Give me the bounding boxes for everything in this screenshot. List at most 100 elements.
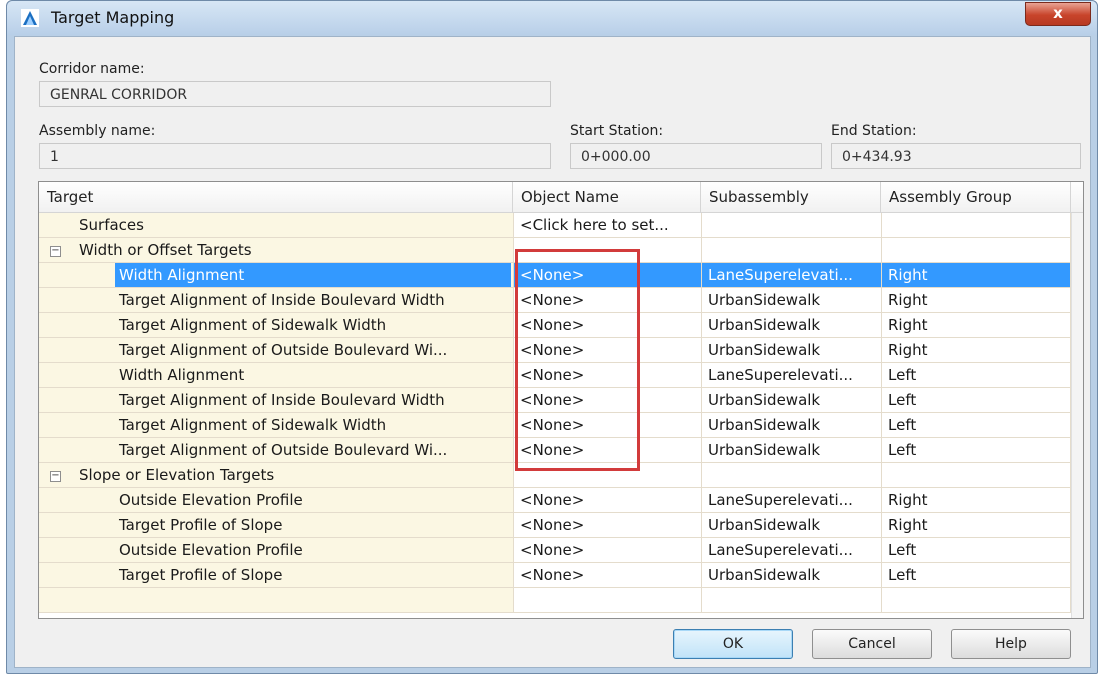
table-row-selected[interactable]: Width Alignment <None> LaneSuperelevati.… [39,263,1071,288]
row-assembly-group: Right [881,513,1071,538]
row-object-name[interactable]: <None> [513,313,701,338]
table-row[interactable]: Target Alignment of Sidewalk Width <None… [39,313,1071,338]
table-row[interactable]: Outside Elevation Profile <None> LaneSup… [39,488,1071,513]
row-assembly-group: Left [881,438,1071,463]
row-assembly-group: Left [881,563,1071,588]
end-station-label: End Station: [831,123,917,139]
row-subassembly [701,238,881,263]
row-subassembly: UrbanSidewalk [701,288,881,313]
row-object-name[interactable]: <None> [513,388,701,413]
row-assembly-group [881,588,1071,613]
row-subassembly [701,213,881,238]
row-subassembly: UrbanSidewalk [701,313,881,338]
row-target: Target Alignment of Sidewalk Width [39,313,513,338]
row-object-name[interactable]: <Click here to set... [513,213,701,238]
row-subassembly: LaneSuperelevati... [701,363,881,388]
grid-scrollbar[interactable] [1071,213,1083,618]
table-row[interactable]: Target Alignment of Inside Boulevard Wid… [39,288,1071,313]
row-target: Outside Elevation Profile [39,488,513,513]
row-assembly-group: Right [881,263,1071,288]
assembly-name-field: 1 [39,143,551,169]
row-object-name[interactable]: <None> [513,263,701,288]
row-assembly-group [881,213,1071,238]
row-object-name[interactable]: <None> [513,413,701,438]
row-object-name[interactable]: <None> [513,538,701,563]
ok-button[interactable]: OK [673,629,793,659]
row-target: Target Alignment of Outside Boulevard Wi… [39,438,513,463]
row-object-name[interactable]: <None> [513,488,701,513]
row-assembly-group: Right [881,288,1071,313]
row-target: Target Profile of Slope [39,513,513,538]
row-target: Target Alignment of Sidewalk Width [39,413,513,438]
row-object-name [513,238,701,263]
title-bar[interactable]: Target Mapping x [7,1,1097,35]
row-subassembly: UrbanSidewalk [701,438,881,463]
row-target: Surfaces [39,213,513,238]
table-row-empty [39,588,1071,613]
grid-header: Target Object Name Subassembly Assembly … [39,182,1083,213]
row-target: Target Alignment of Inside Boulevard Wid… [39,288,513,313]
row-target: Width Alignment [39,263,513,288]
row-subassembly [701,588,881,613]
row-assembly-group: Left [881,413,1071,438]
grid-rows: Surfaces <Click here to set... − Width o… [39,213,1083,618]
window-title: Target Mapping [51,8,175,27]
corridor-name-label: Corridor name: [39,61,145,77]
assembly-name-label: Assembly name: [39,123,156,139]
row-target-label: Width Alignment [115,263,511,287]
table-row[interactable]: Target Alignment of Sidewalk Width <None… [39,413,1071,438]
row-object-name[interactable]: <None> [513,363,701,388]
table-row[interactable]: Target Alignment of Outside Boulevard Wi… [39,338,1071,363]
target-mapping-grid[interactable]: Target Object Name Subassembly Assembly … [38,181,1084,619]
column-header-subassembly[interactable]: Subassembly [701,182,881,212]
help-button[interactable]: Help [951,629,1071,659]
end-station-field: 0+434.93 [831,143,1081,169]
table-row[interactable]: Target Profile of Slope <None> UrbanSide… [39,513,1071,538]
civil3d-app-icon [21,9,39,27]
row-subassembly: UrbanSidewalk [701,513,881,538]
column-header-object-name[interactable]: Object Name [513,182,701,212]
table-row[interactable]: Target Alignment of Inside Boulevard Wid… [39,388,1071,413]
row-subassembly [701,463,881,488]
row-assembly-group: Right [881,313,1071,338]
row-subassembly: LaneSuperelevati... [701,488,881,513]
table-row[interactable]: − Slope or Elevation Targets [39,463,1071,488]
row-assembly-group: Left [881,538,1071,563]
row-subassembly: LaneSuperelevati... [701,538,881,563]
row-target: − Slope or Elevation Targets [39,463,513,488]
collapse-icon[interactable]: − [50,246,61,257]
row-subassembly: UrbanSidewalk [701,338,881,363]
table-row[interactable]: Width Alignment <None> LaneSuperelevati.… [39,363,1071,388]
row-object-name[interactable]: <None> [513,288,701,313]
row-object-name[interactable]: <None> [513,438,701,463]
cancel-button[interactable]: Cancel [812,629,932,659]
row-target: Target Profile of Slope [39,563,513,588]
row-object-name[interactable]: <None> [513,513,701,538]
row-assembly-group: Right [881,338,1071,363]
close-button[interactable]: x [1025,2,1091,26]
row-target-label: Surfaces [79,216,144,234]
row-target-label: Width or Offset Targets [79,241,252,259]
row-assembly-group [881,463,1071,488]
row-target: Target Alignment of Outside Boulevard Wi… [39,338,513,363]
row-subassembly: UrbanSidewalk [701,563,881,588]
row-assembly-group [881,238,1071,263]
table-row[interactable]: Target Alignment of Outside Boulevard Wi… [39,438,1071,463]
row-subassembly: UrbanSidewalk [701,413,881,438]
column-header-assembly-group[interactable]: Assembly Group [881,182,1071,212]
row-target: Target Alignment of Inside Boulevard Wid… [39,388,513,413]
row-target [39,588,513,613]
row-assembly-group: Left [881,363,1071,388]
row-object-name[interactable]: <None> [513,563,701,588]
column-header-target[interactable]: Target [39,182,513,212]
row-assembly-group: Left [881,388,1071,413]
collapse-icon[interactable]: − [50,471,61,482]
row-object-name[interactable]: <None> [513,338,701,363]
table-row[interactable]: Outside Elevation Profile <None> LaneSup… [39,538,1071,563]
row-object-name [513,463,701,488]
row-subassembly: LaneSuperelevati... [701,263,881,288]
table-row[interactable]: Surfaces <Click here to set... [39,213,1071,238]
row-target: Outside Elevation Profile [39,538,513,563]
table-row[interactable]: − Width or Offset Targets [39,238,1071,263]
table-row[interactable]: Target Profile of Slope <None> UrbanSide… [39,563,1071,588]
